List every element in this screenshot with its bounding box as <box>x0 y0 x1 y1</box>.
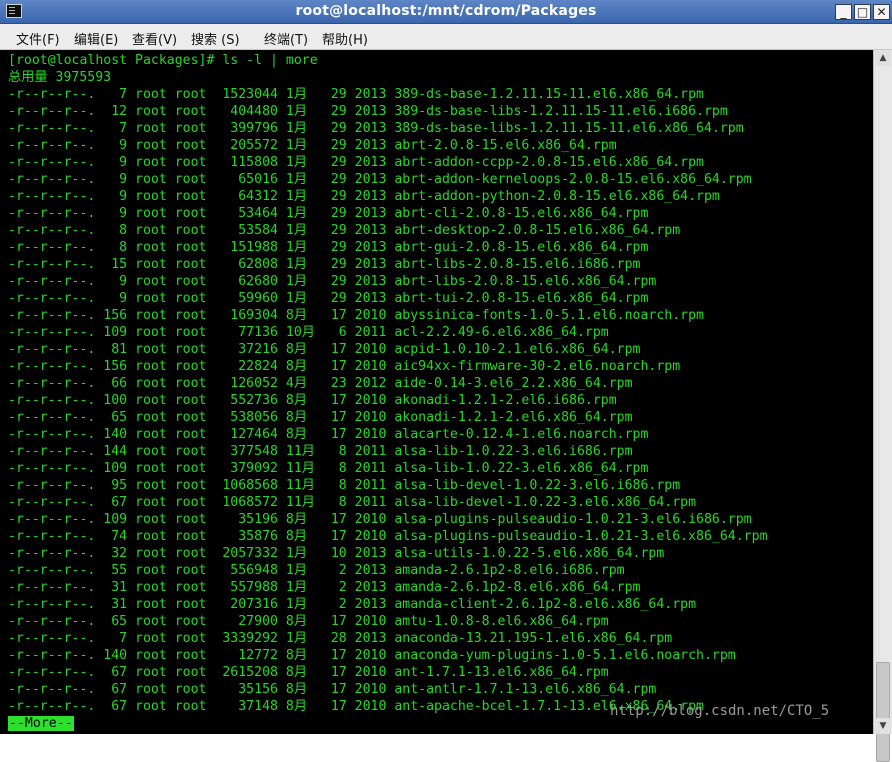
file-list-row: -r--r--r--. 9 root root 205572 1月 29 201… <box>8 138 617 153</box>
watermark: http://blog.csdn.net/CTO_5 <box>610 703 830 719</box>
file-list-row: -r--r--r--. 31 root root 557988 1月 2 201… <box>8 580 641 595</box>
file-list-row: -r--r--r--. 74 root root 35876 8月 17 201… <box>8 529 768 544</box>
vertical-scrollbar[interactable]: ▲ ▼ <box>873 50 892 762</box>
file-list-row: -r--r--r--. 67 root root 2615208 8月 17 2… <box>8 665 609 680</box>
more-prompt[interactable]: --More-- <box>8 715 74 732</box>
file-list-row: -r--r--r--. 7 root root 399796 1月 29 201… <box>8 121 744 136</box>
file-list-row: -r--r--r--. 81 root root 37216 8月 17 201… <box>8 342 641 357</box>
terminal-total: 总用量 3975593 <box>8 70 112 85</box>
file-list-row: -r--r--r--. 55 root root 556948 1月 2 201… <box>8 563 625 578</box>
more-indicator: --More-- <box>8 716 74 731</box>
file-list-row: -r--r--r--. 144 root root 377548 11月 8 2… <box>8 444 633 459</box>
scroll-up-arrow-icon[interactable]: ▲ <box>875 50 891 66</box>
terminal-prompt: [root@localhost Packages]# ls -l | more <box>8 53 318 68</box>
file-list-row: -r--r--r--. 15 root root 62808 1月 29 201… <box>8 257 641 272</box>
file-list-row: -r--r--r--. 32 root root 2057332 1月 10 2… <box>8 546 665 561</box>
file-list-row: -r--r--r--. 9 root root 64312 1月 29 2013… <box>8 189 720 204</box>
file-list-row: -r--r--r--. 109 root root 379092 11月 8 2… <box>8 461 649 476</box>
file-list-row: -r--r--r--. 8 root root 53584 1月 29 2013… <box>8 223 681 238</box>
file-list-row: -r--r--r--. 140 root root 12772 8月 17 20… <box>8 648 736 663</box>
file-list-row: -r--r--r--. 67 root root 1068572 11月 8 2… <box>8 495 697 510</box>
file-list-row: -r--r--r--. 7 root root 1523044 1月 29 20… <box>8 87 704 102</box>
window-titlebar[interactable]: root@localhost:/mnt/cdrom/Packages _ □ ✕ <box>0 0 892 24</box>
file-list-row: -r--r--r--. 9 root root 53464 1月 29 2013… <box>8 206 649 221</box>
menu-bar: 文件(F) 编辑(E) 查看(V) 搜索 (S) 终端(T) 帮助(H) <box>0 24 892 50</box>
file-list-row: -r--r--r--. 9 root root 62680 1月 29 2013… <box>8 274 657 289</box>
file-list-row: -r--r--r--. 66 root root 126052 4月 23 20… <box>8 376 633 391</box>
file-list-row: -r--r--r--. 156 root root 22824 8月 17 20… <box>8 359 681 374</box>
menu-file[interactable]: 文件(F) <box>16 29 60 48</box>
menu-edit[interactable]: 编辑(E) <box>74 29 118 48</box>
menu-help[interactable]: 帮助(H) <box>322 29 368 48</box>
file-list-row: -r--r--r--. 31 root root 207316 1月 2 201… <box>8 597 697 612</box>
file-list-row: -r--r--r--. 7 root root 3339292 1月 28 20… <box>8 631 673 646</box>
scrollbar-thumb[interactable] <box>876 662 890 762</box>
file-list-row: -r--r--r--. 100 root root 552736 8月 17 2… <box>8 393 617 408</box>
file-list-row: -r--r--r--. 109 root root 35196 8月 17 20… <box>8 512 752 527</box>
file-list-row: -r--r--r--. 67 root root 35156 8月 17 201… <box>8 682 657 697</box>
file-list-row: -r--r--r--. 156 root root 169304 8月 17 2… <box>8 308 704 323</box>
file-list-row: -r--r--r--. 109 root root 77136 10月 6 20… <box>8 325 609 340</box>
scroll-down-arrow-icon[interactable]: ▼ <box>875 718 891 734</box>
file-list-row: -r--r--r--. 95 root root 1068568 11月 8 2… <box>8 478 681 493</box>
file-list-row: -r--r--r--. 9 root root 65016 1月 29 2013… <box>8 172 752 187</box>
window-title: root@localhost:/mnt/cdrom/Packages <box>295 3 597 19</box>
close-icon[interactable]: ✕ <box>873 4 890 20</box>
menu-search[interactable]: 搜索 (S) <box>191 29 240 48</box>
file-list-row: -r--r--r--. 8 root root 151988 1月 29 201… <box>8 240 649 255</box>
maximize-icon[interactable]: □ <box>854 4 871 20</box>
file-list-row: -r--r--r--. 12 root root 404480 1月 29 20… <box>8 104 728 119</box>
minimize-icon[interactable]: _ <box>835 4 852 20</box>
file-list-row: -r--r--r--. 9 root root 59960 1月 29 2013… <box>8 291 649 306</box>
menu-terminal[interactable]: 终端(T) <box>264 29 308 48</box>
file-list-row: -r--r--r--. 65 root root 27900 8月 17 201… <box>8 614 609 629</box>
menu-view[interactable]: 查看(V) <box>132 29 177 48</box>
file-list-row: -r--r--r--. 9 root root 115808 1月 29 201… <box>8 155 704 170</box>
file-list-row: -r--r--r--. 67 root root 37148 8月 17 201… <box>8 699 704 714</box>
file-list-row: -r--r--r--. 65 root root 538056 8月 17 20… <box>8 410 633 425</box>
terminal-output[interactable]: [root@localhost Packages]# ls -l | more … <box>0 50 873 734</box>
file-list-row: -r--r--r--. 140 root root 127464 8月 17 2… <box>8 427 649 442</box>
